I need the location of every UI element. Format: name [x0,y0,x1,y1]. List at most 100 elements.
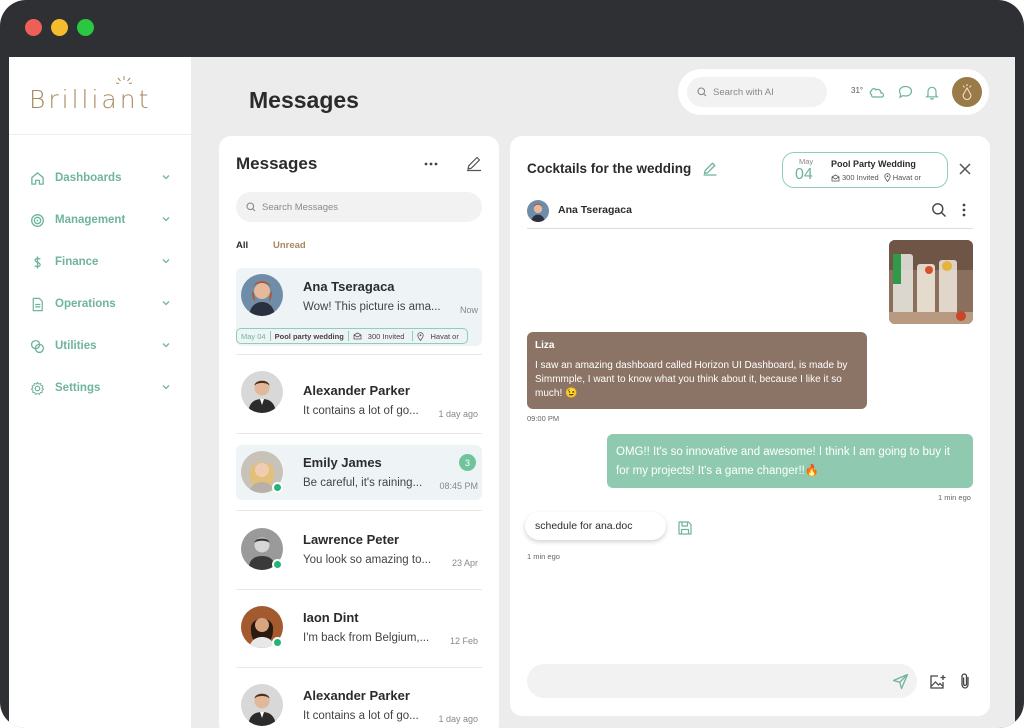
sidebar-item-label: Utilities [55,340,97,352]
gear-icon [29,380,45,396]
event-tag-name: Pool party wedding [274,331,344,341]
conversation-item-emily-james[interactable]: Emily James Be careful, it's raining... … [236,445,482,500]
home-icon [29,170,45,186]
user-avatar[interactable] [952,77,982,107]
chat-panel: Cocktails for the wedding May 04 Pool Pa… [510,136,990,716]
event-location: Havat or [892,173,922,182]
conversation-item-lawrence-peter[interactable]: Lawrence Peter You look so amazing to...… [236,522,482,590]
paperclip-icon[interactable] [956,672,974,690]
chevron-down-icon [162,217,170,222]
event-tag-date: May 04 [241,331,266,341]
maximize-window-button[interactable] [77,19,94,36]
message-text: I saw an amazing dashboard called Horizo… [535,360,848,399]
send-icon[interactable] [892,673,909,690]
chevron-down-icon [162,385,170,390]
add-image-icon[interactable] [929,673,947,691]
avatar [241,371,283,413]
window-titlebar [0,0,1024,57]
sidebar-item-operations[interactable]: Operations [9,283,191,325]
more-options-icon[interactable] [422,156,440,172]
event-month: May [799,157,814,166]
conversation-item-iaon-dint[interactable]: Iaon Dint I'm back from Belgium,... 12 F… [236,600,482,668]
logo[interactable]: Brilliant [29,85,151,114]
chat-title: Cocktails for the wedding [527,161,692,176]
top-toolbar: Search with AI 31° [678,69,989,115]
message-search-placeholder: Search Messages [262,201,339,213]
event-card[interactable]: May 04 Pool Party Wedding 300 Invited Ha… [782,152,948,188]
message-preview: It contains a lot of go... [303,405,419,417]
sidebar-item-utilities[interactable]: Utilities [9,325,191,367]
conversation-list-title: Messages [236,154,318,173]
contact-name: Alexander Parker [303,688,410,703]
contact-name: Emily James [303,455,382,470]
message-preview: Wow! This picture is ama... [303,301,441,313]
message-preview: It contains a lot of go... [303,710,419,722]
bell-icon[interactable] [924,84,940,100]
conversation-item-alexander-parker[interactable]: Alexander Parker It contains a lot of go… [236,365,482,433]
ai-search-placeholder: Search with AI [713,86,774,98]
message-composer [527,664,917,698]
message-time: Now [459,305,478,315]
chat-user-name[interactable]: Ana Tseragaca [558,204,632,216]
message-preview: Be careful, it's raining... [303,477,423,489]
chat-user-avatar [527,200,549,222]
event-tag: May 04 Pool party wedding 300 Invited Ha… [236,328,468,344]
close-icon[interactable] [958,162,972,176]
sidebar-item-label: Management [55,214,126,226]
sidebar-nav: Dashboards Management Finance Operations [9,157,191,409]
sidebar-item-management[interactable]: Management [9,199,191,241]
incoming-message: Liza I saw an amazing dashboard called H… [527,332,867,409]
weather-temperature: 31° [851,86,864,95]
chevron-down-icon [162,259,170,264]
message-time: 23 Apr [451,558,478,568]
sidebar-item-label: Finance [55,256,99,268]
chat-bubble-icon[interactable] [897,84,913,100]
event-tag-invited: 300 Invited [367,331,405,341]
cloud-icon[interactable] [869,84,885,100]
tab-all[interactable]: All [236,240,248,251]
row-divider [236,667,482,668]
tab-unread[interactable]: Unread [273,240,306,251]
document-icon [29,296,45,312]
kebab-menu-icon[interactable] [959,202,969,218]
chevron-down-icon [162,301,170,306]
save-icon[interactable] [677,520,693,536]
app-screen: Brilliant Dashboards Management Finance [9,57,1015,728]
message-time: 1 min ego [527,552,560,561]
online-status-indicator [272,637,283,648]
row-divider [236,589,482,590]
close-window-button[interactable] [25,19,42,36]
row-divider [236,433,482,434]
message-input[interactable] [527,664,867,698]
compose-icon[interactable] [465,154,483,172]
sidebar-item-label: Settings [55,382,101,394]
dollar-icon [29,254,45,270]
sidebar-item-settings[interactable]: Settings [9,367,191,409]
message-time: 09:00 PM [527,414,560,423]
message-preview: You look so amazing to... [303,554,432,566]
event-day: 04 [795,166,813,183]
message-search-input[interactable]: Search Messages [236,192,482,222]
online-status-indicator [272,482,283,493]
event-title: Pool Party Wedding [831,159,916,169]
sidebar-item-dashboards[interactable]: Dashboards [9,157,191,199]
ai-search-input[interactable]: Search with AI [687,77,827,107]
edit-title-icon[interactable] [702,160,718,176]
outgoing-message: OMG!! It's so innovative and awesome! I … [607,434,973,488]
chevron-down-icon [162,343,170,348]
chat-header-divider [527,228,973,229]
search-icon[interactable] [931,202,947,218]
shared-photo[interactable] [889,240,973,324]
conversation-item-alexander-parker-2[interactable]: Alexander Parker It contains a lot of go… [236,678,482,728]
sidebar-item-finance[interactable]: Finance [9,241,191,283]
device-frame: Brilliant Dashboards Management Finance [0,0,1024,728]
minimize-window-button[interactable] [51,19,68,36]
contact-name: Lawrence Peter [303,532,400,547]
file-attachment[interactable]: schedule for ana.doc [525,512,666,540]
conversation-list-panel: Messages Search Messages All Unread Ana … [219,136,499,728]
event-tag-location: Havat or [430,331,459,341]
avatar [241,274,283,316]
conversation-item-ana-tseragaca[interactable]: Ana Tseragaca Wow! This picture is ama..… [236,268,482,346]
avatar [241,684,283,726]
message-time: 12 Feb [449,636,478,646]
